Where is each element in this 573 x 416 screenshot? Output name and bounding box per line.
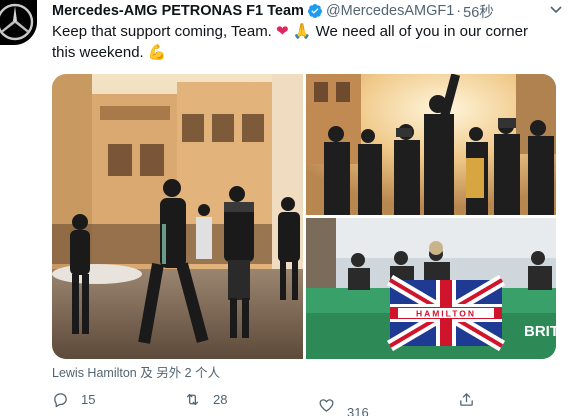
reply-button[interactable]: 15 [52,391,95,408]
tweet-text-part3: this weekend. [52,44,144,61]
share-icon [460,393,473,406]
author-display-name[interactable]: Mercedes-AMG PETRONAS F1 Team [52,3,304,19]
red-heart-emoji: ❤ [276,22,289,40]
tweet-header: Mercedes-AMG PETRONAS F1 Team @MercedesA… [52,1,494,22]
folded-hands-emoji: 🙏 [292,22,312,40]
share-button[interactable] [458,391,475,408]
more-caret-icon[interactable] [549,5,563,15]
photo-fans-flag[interactable]: HAMILTON BRIT [306,218,556,359]
avatar[interactable] [0,0,37,45]
like-icon [319,399,334,412]
media-grid: HAMILTON BRIT [52,74,556,359]
photo-paddock-walk[interactable] [52,74,303,359]
banner-text: HAMILTON [416,309,476,319]
reply-icon [54,393,67,408]
like-button[interactable]: 316 [318,391,369,416]
mercedes-star-icon [0,3,34,41]
tweet-text-part2: We need all of you in our corner [315,23,528,40]
tweet-text-part1: Keep that support coming, Team. [52,23,272,40]
photo-photographers[interactable] [306,74,556,215]
like-count: 316 [347,405,369,416]
retweet-icon [186,393,199,406]
retweet-button[interactable]: 28 [184,391,227,408]
tweet-actions: 15 28 316 [52,391,532,416]
verified-badge-icon [307,4,322,18]
header-separator: · [456,3,462,19]
tweet-text: Keep that support coming, Team. ❤ 🙏 We n… [52,21,552,63]
flexed-biceps-emoji: 💪 [147,43,167,61]
author-handle[interactable]: @MercedesAMGF1 [326,3,454,19]
retweet-count: 28 [213,392,228,407]
tweet: Mercedes-AMG PETRONAS F1 Team @MercedesA… [0,0,573,416]
tweet-timestamp[interactable]: 56秒 [463,1,494,22]
reply-count: 15 [81,392,96,407]
tagged-people[interactable]: Lewis Hamilton 及 另外 2 个人 [52,362,220,381]
sign-text: BRIT [524,323,556,340]
